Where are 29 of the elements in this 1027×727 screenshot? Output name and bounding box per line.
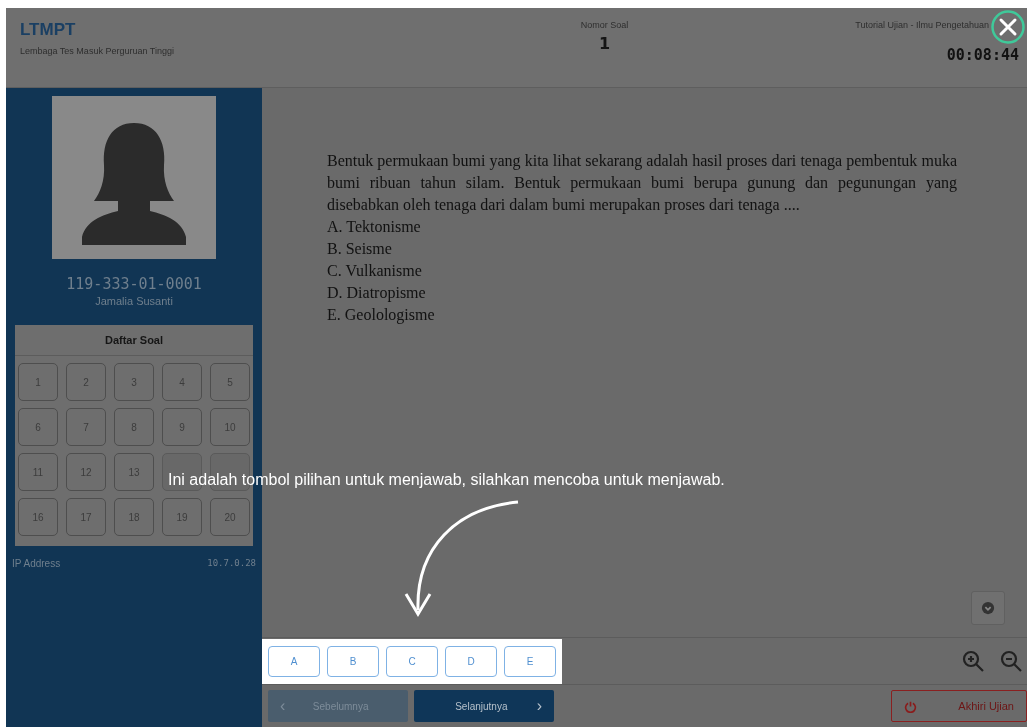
chevron-down-icon (981, 601, 995, 615)
logo-text: LTMPT (20, 20, 77, 40)
answer-choice-button[interactable]: C (386, 645, 438, 677)
power-icon (904, 699, 917, 713)
end-exam-button[interactable]: Akhiri Ujian (891, 690, 1027, 722)
subtitle: Lembaga Tes Masuk Perguruan Tinggi (20, 46, 174, 56)
answer-choice-button[interactable]: E (504, 645, 556, 677)
question-list-title: Daftar Soal (15, 325, 253, 356)
scroll-down-button[interactable] (971, 591, 1005, 625)
zoom-out-icon[interactable] (999, 649, 1023, 673)
question-text: Bentuk permukaan bumi yang kita lihat sekarang adalah hasil proses dari tenaga pembentuk muka bumi ribuan tahun silam. Bentuk permukaan bumi berupa gunung dan pegunungan yang disebabkan oleh tenaga dari dalam bumi merupakan proses dari tenaga .... (327, 151, 957, 216)
question-number: 1 (599, 34, 611, 53)
exam-title: Tutorial Ujian - Ilmu Pengetahuan (855, 20, 989, 30)
answer-option: C. Vulkanisme (327, 260, 957, 282)
participant-id: 119-333-01-0001 (66, 275, 202, 293)
answer-option: B. Seisme (327, 238, 957, 260)
answer-choice-button[interactable]: B (327, 645, 379, 677)
participant-name: Jamalia Susanti (95, 295, 173, 307)
zoom-in-icon[interactable] (961, 649, 985, 673)
answer-option: E. Geolologisme (327, 304, 957, 326)
close-icon[interactable] (991, 10, 1025, 44)
navigation-button[interactable]: Selanjutnya › (414, 690, 554, 722)
answer-option: A. Tektonisme (327, 216, 957, 238)
timer: 00:08:44 (946, 46, 1019, 64)
ip-label: IP Address (12, 558, 61, 569)
answer-option: D. Diatropisme (327, 282, 957, 304)
answer-choice-button[interactable]: D (445, 645, 497, 677)
answer-choice-button[interactable]: A (268, 645, 320, 677)
ip-value: 10.7.0.28 (207, 558, 256, 569)
